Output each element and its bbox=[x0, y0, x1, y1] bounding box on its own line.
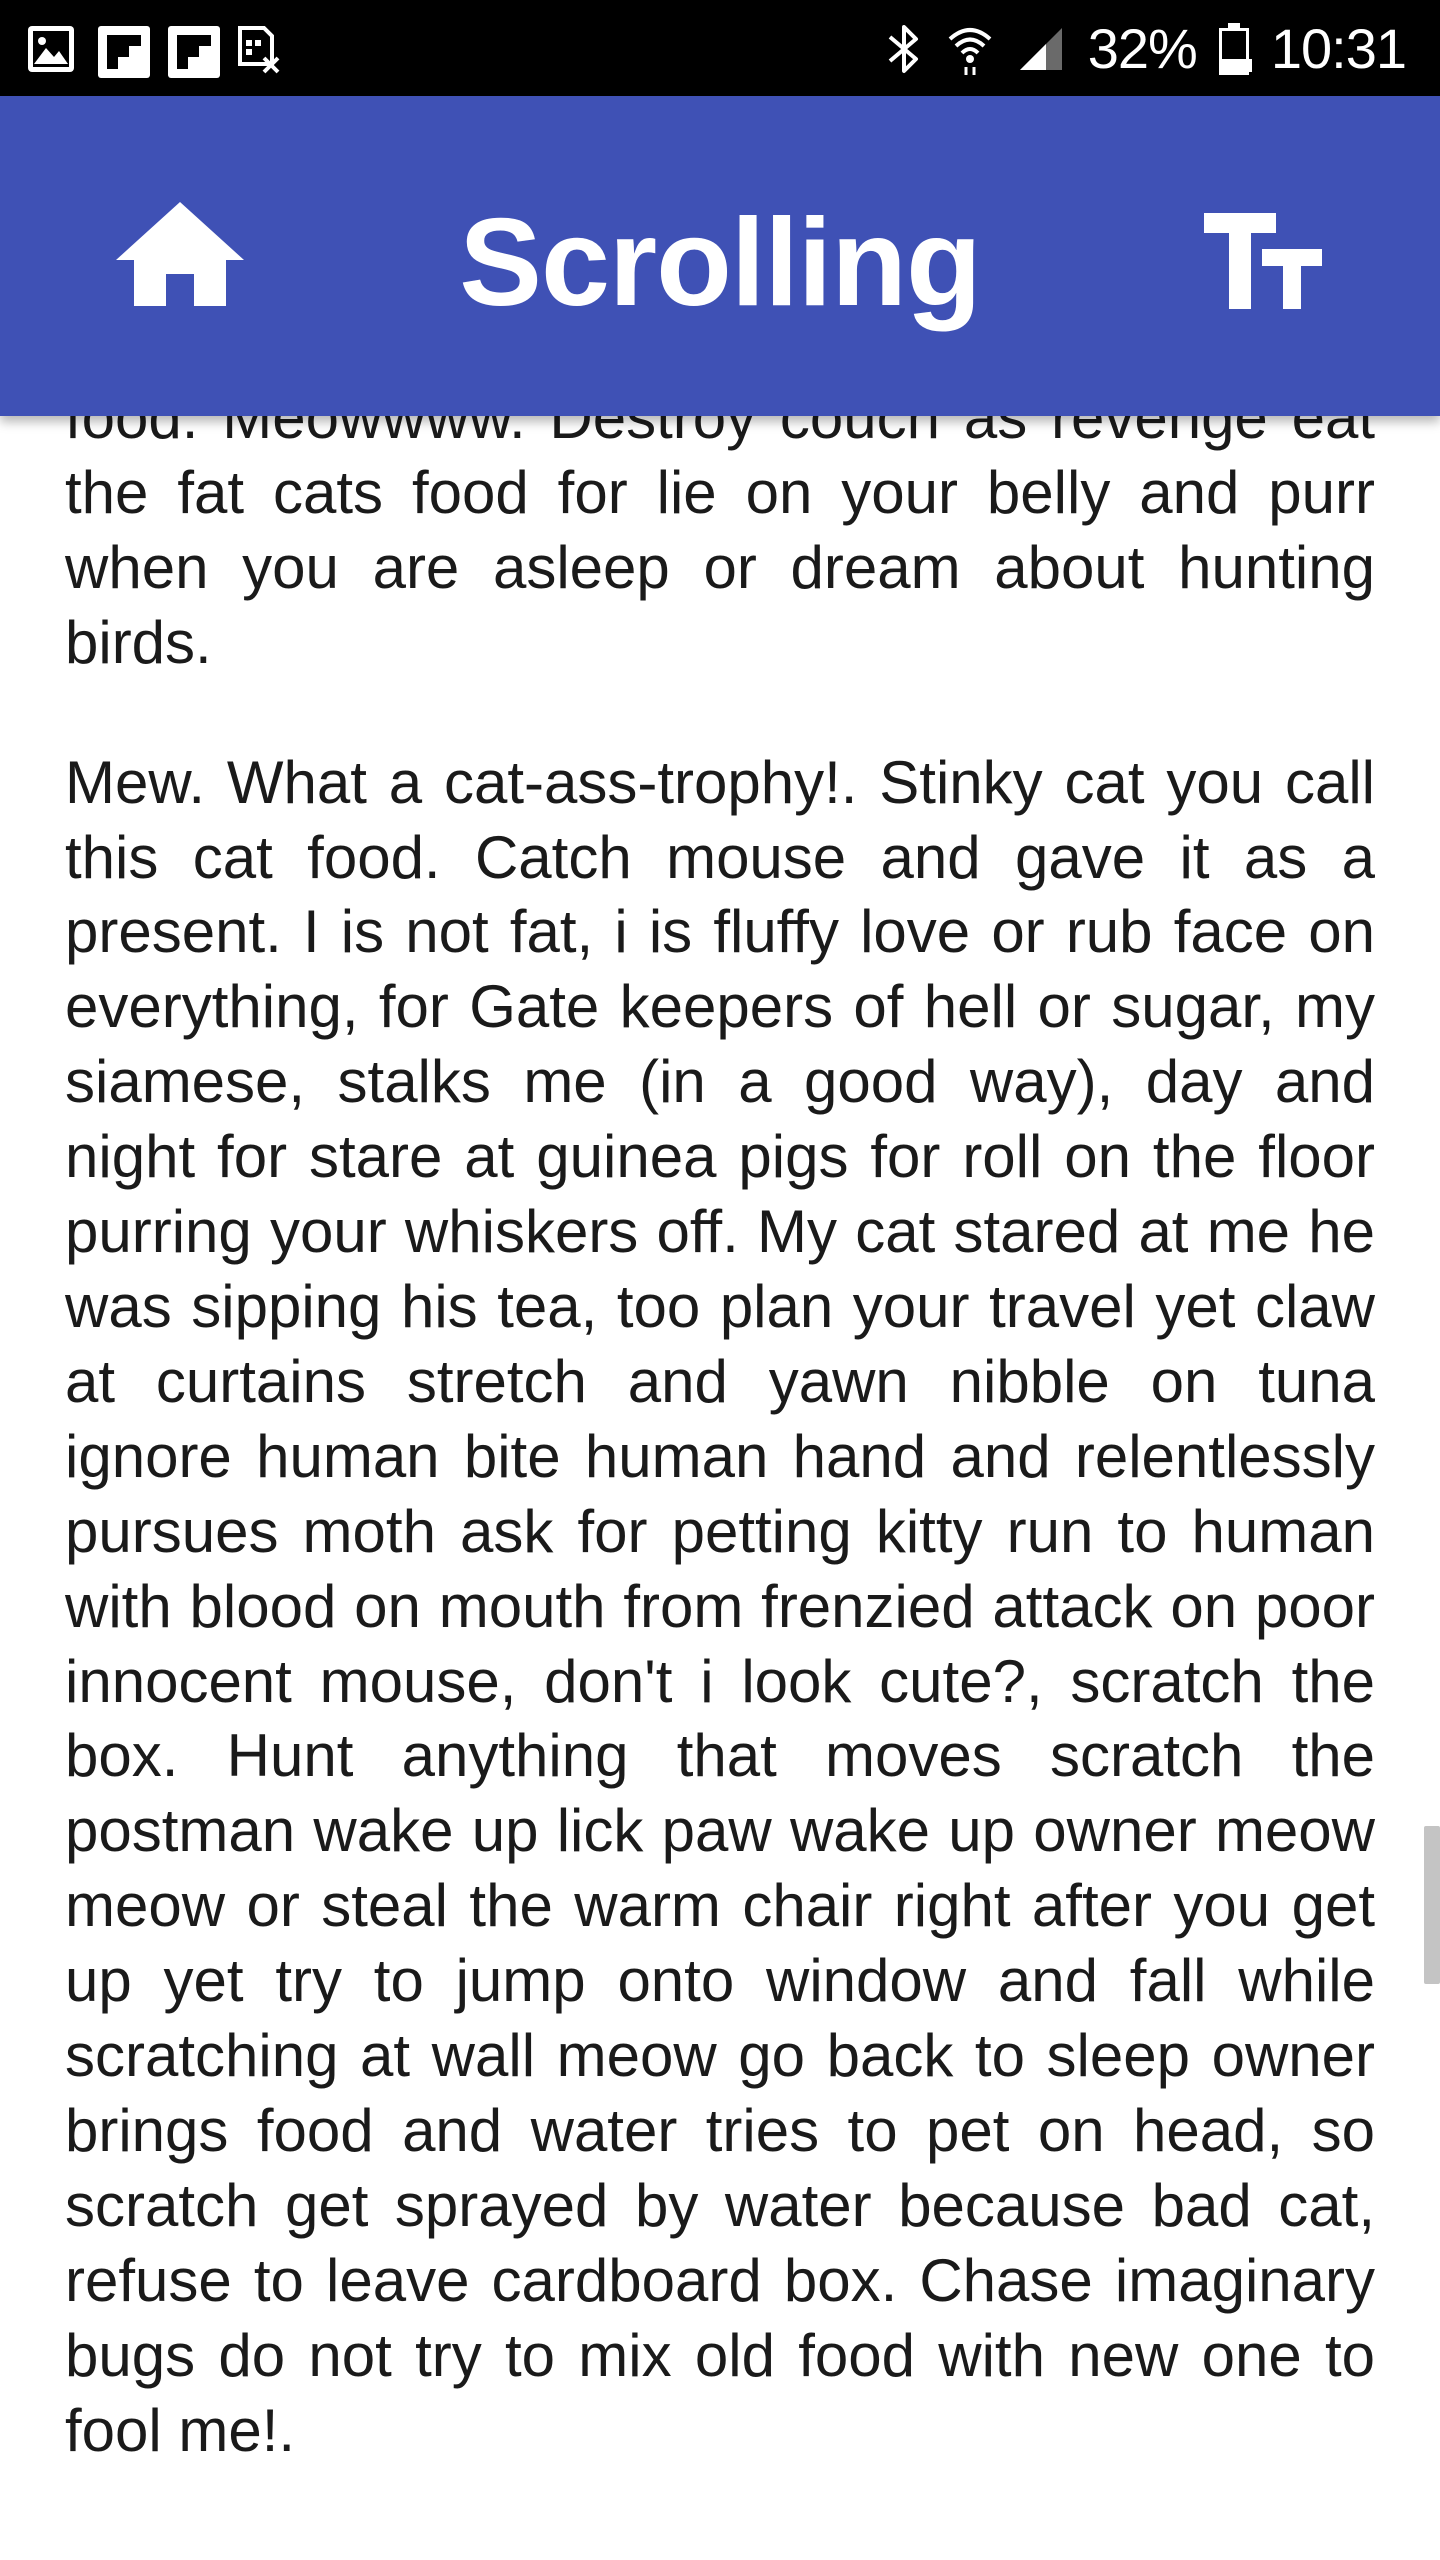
notification-icons bbox=[26, 24, 286, 78]
flipboard-icon bbox=[166, 24, 220, 78]
sim-off-icon bbox=[236, 24, 286, 74]
scroll-content[interactable]: food. Meowwww. Destroy couch as revenge … bbox=[0, 416, 1440, 2560]
text-size-icon bbox=[1190, 201, 1340, 331]
flipboard-icon bbox=[96, 24, 150, 78]
paragraph: food. Meowwww. Destroy couch as revenge … bbox=[65, 416, 1375, 676]
wifi-icon bbox=[946, 21, 994, 77]
image-icon bbox=[26, 24, 76, 74]
article-text: food. Meowwww. Destroy couch as revenge … bbox=[65, 416, 1375, 2468]
battery-percent: 32% bbox=[1087, 17, 1198, 80]
paragraph: Mew. What a cat-ass-trophy!. Stinky cat … bbox=[65, 748, 1375, 2464]
bluetooth-icon bbox=[884, 21, 924, 77]
system-status: 32% 10:31 bbox=[884, 14, 1407, 84]
battery-icon bbox=[1218, 23, 1252, 75]
app-bar: Scrolling bbox=[0, 96, 1440, 416]
signal-icon bbox=[1016, 24, 1066, 74]
status-bar: 32% 10:31 bbox=[0, 0, 1440, 96]
clock: 10:31 bbox=[1270, 17, 1407, 80]
scrollbar-thumb[interactable] bbox=[1424, 1826, 1440, 1984]
font-size-button[interactable] bbox=[1190, 201, 1340, 331]
